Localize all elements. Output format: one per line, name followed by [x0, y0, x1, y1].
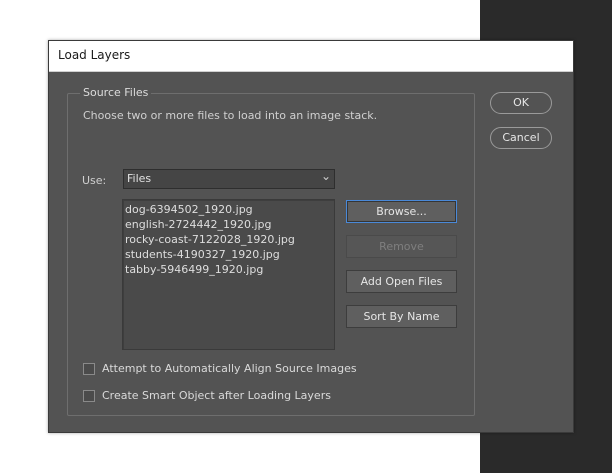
chevron-down-icon: ⌄ [320, 169, 331, 183]
browse-button[interactable]: Browse... [346, 200, 457, 223]
auto-align-label[interactable]: Attempt to Automatically Align Source Im… [102, 362, 357, 375]
ok-button[interactable]: OK [490, 92, 552, 114]
smart-object-checkbox[interactable] [83, 390, 95, 402]
use-dropdown[interactable]: Files ⌄ [123, 169, 335, 189]
use-dropdown-value: Files [127, 172, 152, 185]
source-files-description: Choose two or more files to load into an… [83, 109, 378, 122]
file-list-item[interactable]: english-2724442_1920.jpg [125, 217, 295, 232]
smart-object-label[interactable]: Create Smart Object after Loading Layers [102, 389, 331, 402]
remove-button[interactable]: Remove [346, 235, 457, 258]
file-list-item[interactable]: students-4190327_1920.jpg [125, 247, 295, 262]
file-list-item[interactable]: tabby-5946499_1920.jpg [125, 262, 295, 277]
use-label: Use: [82, 174, 107, 187]
file-list[interactable]: dog-6394502_1920.jpg english-2724442_192… [122, 199, 335, 350]
dialog-titlebar: Load Layers [49, 41, 573, 72]
file-list-item[interactable]: dog-6394502_1920.jpg [125, 202, 295, 217]
auto-align-checkbox[interactable] [83, 363, 95, 375]
file-list-item[interactable]: rocky-coast-7122028_1920.jpg [125, 232, 295, 247]
source-files-legend: Source Files [80, 86, 152, 99]
cancel-button[interactable]: Cancel [490, 127, 552, 149]
sort-by-name-button[interactable]: Sort By Name [346, 305, 457, 328]
add-open-files-button[interactable]: Add Open Files [346, 270, 457, 293]
dialog-title: Load Layers [58, 48, 131, 62]
load-layers-dialog: Load Layers Source Files Choose two or m… [48, 40, 574, 433]
